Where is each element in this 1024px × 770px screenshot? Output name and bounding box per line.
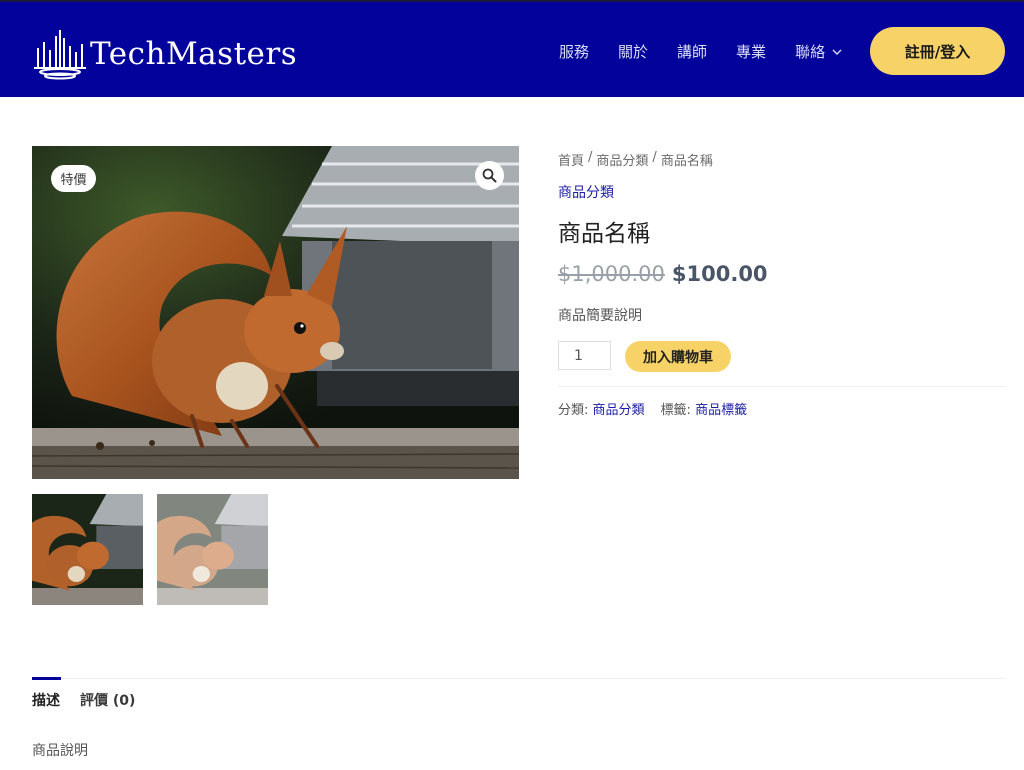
regular-price: $1,000.00 [558,262,665,286]
nav-item-label: 專業 [736,43,767,61]
tab-reviews[interactable]: 評價 (0) [80,690,135,710]
nav-item-label: 聯絡 [795,43,826,61]
register-login-button[interactable]: 註冊/登入 [870,27,1005,75]
magnifier-icon [482,168,497,183]
product-meta: 分類: 商品分類 標籤: 商品標籤 [558,399,763,418]
product-title: 商品名稱 [558,221,650,247]
breadcrumb-home[interactable]: 首頁 [558,150,584,169]
squirrel-thumbnail [32,494,143,605]
product-thumbnail-1[interactable] [32,494,143,605]
chevron-down-icon [832,49,842,55]
meta-tag-link[interactable]: 商品標籤 [695,403,747,418]
meta-divider [558,386,1006,387]
meta-category-link[interactable]: 商品分類 [593,403,645,418]
breadcrumb-category[interactable]: 商品分類 [596,150,648,169]
nav-item-label: 關於 [618,43,649,61]
squirrel-photo [32,146,519,479]
active-tab-indicator [32,677,61,680]
nav-item-instructors[interactable]: 講師 [677,41,707,62]
register-login-label: 註冊/登入 [904,42,971,61]
tabs-divider [32,678,1006,679]
breadcrumb-current: 商品名稱 [660,154,713,169]
product-price: $1,000.00 $100.00 [558,262,768,286]
add-to-cart-label: 加入購物車 [643,349,713,366]
zoom-button[interactable] [475,161,504,190]
nav-item-label: 講師 [677,43,708,61]
product-main-image[interactable] [32,146,519,479]
nav-item-contact[interactable]: 聯絡 [795,41,842,62]
nav-item-about[interactable]: 關於 [618,41,648,62]
brand-logo[interactable]: TechMasters [32,28,297,80]
building-logo-icon [34,30,86,80]
sale-badge-label: 特價 [60,173,87,188]
squirrel-thumbnail [157,494,268,605]
meta-tag-label: 標籤: [660,403,691,418]
meta-tag: 標籤: 商品標籤 [661,399,748,418]
nav-item-expertise[interactable]: 專業 [736,41,766,62]
main-nav: 服務 關於 講師 專業 聯絡 [559,41,871,62]
sale-badge: 特價 [51,165,96,192]
breadcrumb: 首頁 / 商品分類 / 商品名稱 [558,150,713,169]
category-link[interactable]: 商品分類 [558,182,614,202]
brand-name: TechMasters [90,36,298,72]
product-description: 商品說明 [32,743,88,759]
short-description: 商品簡要說明 [558,308,642,324]
nav-item-label: 服務 [559,43,590,61]
quantity-input[interactable] [558,341,611,370]
product-thumbnail-2[interactable] [157,494,268,605]
sale-price: $100.00 [671,262,768,286]
add-to-cart-button[interactable]: 加入購物車 [625,341,731,372]
nav-item-services[interactable]: 服務 [559,41,589,62]
breadcrumb-separator: / [588,150,593,165]
meta-category-label: 分類: [558,403,589,418]
tab-description[interactable]: 描述 [32,690,60,710]
site-header: TechMasters 服務 關於 講師 專業 聯絡 註冊/登入 [0,0,1024,97]
meta-category: 分類: 商品分類 [558,399,645,418]
breadcrumb-separator: / [652,150,657,165]
